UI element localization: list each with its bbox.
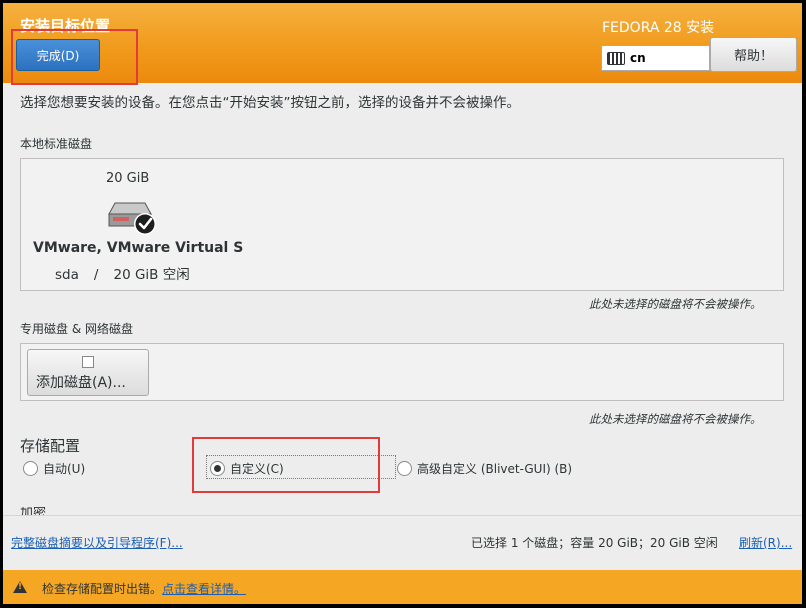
warning-text: 检查存储配置时出错。 bbox=[42, 582, 163, 596]
keyboard-layout-indicator[interactable]: cn bbox=[601, 45, 710, 71]
warning-icon bbox=[13, 581, 27, 593]
divider bbox=[3, 515, 802, 516]
disk-separator: / bbox=[93, 267, 99, 283]
selection-summary: 已选择 1 个磁盘；容量 20 GiB；20 GiB 空闲 bbox=[471, 536, 718, 550]
full-disk-summary-link[interactable]: 完整磁盘摘要以及引导程序(F)... bbox=[11, 534, 183, 551]
radio-label: 自动(U) bbox=[43, 462, 86, 476]
radio-indicator bbox=[23, 461, 38, 476]
local-disks-note: 此处未选择的磁盘将不会被操作。 bbox=[589, 297, 762, 311]
radio-advanced-custom[interactable]: 高级自定义 (Blivet-GUI) (B) bbox=[397, 460, 572, 477]
keyboard-layout-label: cn bbox=[630, 51, 646, 65]
disk-size: 20 GiB bbox=[106, 171, 150, 186]
installer-window: 安装目标位置 完成(D) FEDORA 28 安装 cn 帮助！ 选择您想要安装… bbox=[3, 3, 802, 604]
warning-message: 检查存储配置时出错。点击查看详情。 bbox=[42, 580, 246, 597]
disk-add-icon bbox=[82, 356, 94, 368]
warning-details-link[interactable]: 点击查看详情。 bbox=[162, 582, 246, 596]
disk-info: sda / 20 GiB 空闲 bbox=[55, 263, 190, 283]
disk-name: VMware, VMware Virtual S bbox=[33, 240, 244, 256]
refresh-link[interactable]: 刷新(R)... bbox=[739, 534, 792, 551]
encryption-label: 加密 bbox=[20, 507, 47, 515]
local-disks-label: 本地标准磁盘 bbox=[20, 137, 93, 151]
special-disks-label: 专用磁盘 & 网络磁盘 bbox=[20, 322, 133, 336]
radio-label: 高级自定义 (Blivet-GUI) (B) bbox=[417, 462, 573, 476]
special-disks-note: 此处未选择的磁盘将不会被操作。 bbox=[589, 412, 762, 426]
radio-automatic[interactable]: 自动(U) bbox=[23, 460, 85, 477]
help-button[interactable]: 帮助！ bbox=[710, 37, 797, 72]
disk-device: sda bbox=[55, 267, 79, 283]
storage-config-title: 存储配置 bbox=[20, 437, 81, 455]
keyboard-icon bbox=[607, 51, 625, 65]
annotation-box-done bbox=[11, 29, 138, 85]
add-disk-label: 添加磁盘(A)... bbox=[36, 375, 126, 391]
harddisk-checked-icon bbox=[108, 202, 156, 235]
disk-free-space: 20 GiB 空闲 bbox=[113, 267, 190, 283]
add-disk-button[interactable]: 添加磁盘(A)... bbox=[27, 349, 149, 396]
product-title: FEDORA 28 安装 bbox=[602, 20, 715, 36]
annotation-box-custom bbox=[192, 437, 380, 493]
radio-indicator bbox=[397, 461, 412, 476]
warning-bar: 检查存储配置时出错。点击查看详情。 bbox=[3, 570, 802, 604]
instruction-text: 选择您想要安装的设备。在您点击“开始安装”按钮之前，选择的设备并不会被操作。 bbox=[20, 95, 520, 111]
